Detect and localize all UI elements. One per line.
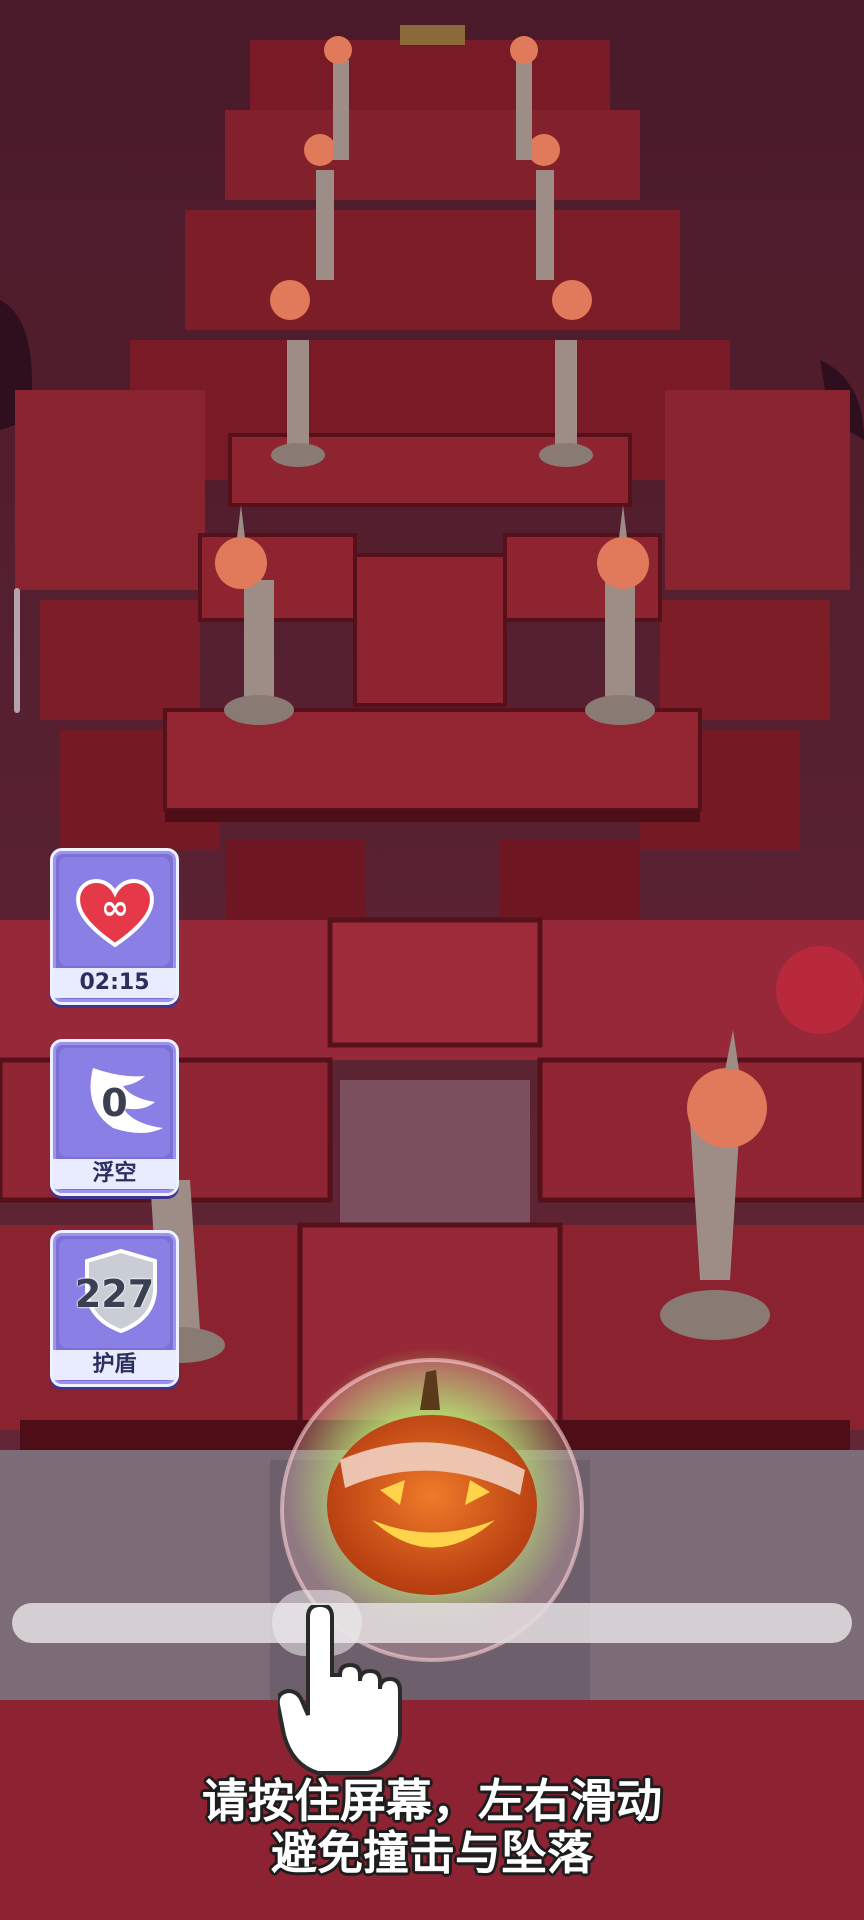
progress-indicator (14, 588, 20, 713)
shield-count: 227 (74, 1271, 155, 1316)
life-timer: 02:15 (53, 968, 176, 998)
powerup-panel: ∞ 02:15 0 浮空 227 护盾 (50, 848, 185, 1421)
instruction-line-2: 避免撞击与坠落 (271, 1826, 593, 1880)
instruction-line-1: 请按住屏幕，左右滑动 (202, 1774, 662, 1828)
life-card[interactable]: ∞ 02:15 (50, 848, 179, 1005)
life-value: ∞ (100, 888, 128, 928)
float-count: 0 (101, 1080, 128, 1125)
float-label: 浮空 (53, 1159, 176, 1189)
shield-label: 护盾 (53, 1350, 176, 1380)
shield-card[interactable]: 227 护盾 (50, 1230, 179, 1387)
swipe-track[interactable] (12, 1603, 852, 1643)
float-card[interactable]: 0 浮空 (50, 1039, 179, 1196)
action-button[interactable] (776, 946, 864, 1034)
pointing-hand-icon (278, 1605, 402, 1775)
infinity-heart-icon: ∞ (75, 878, 154, 947)
